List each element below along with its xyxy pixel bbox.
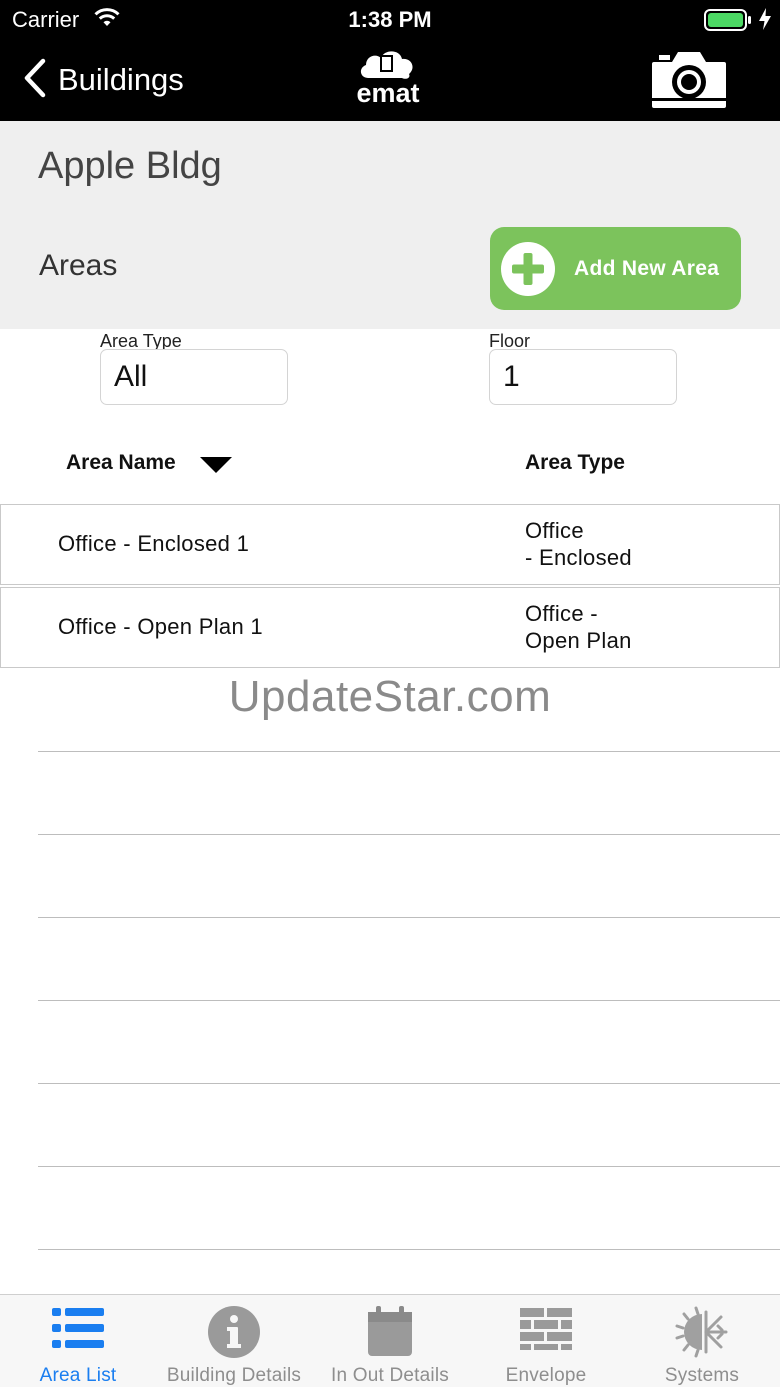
- area-type-line: Open Plan: [525, 628, 632, 653]
- tab-bar: Area List Building Details In Out Detail…: [0, 1294, 780, 1387]
- top-bar: Carrier 1:38 PM Buildings emat: [0, 0, 780, 121]
- empty-row-divider: [38, 1249, 780, 1250]
- camera-icon: [652, 52, 726, 108]
- back-button[interactable]: Buildings: [22, 58, 184, 102]
- building-header: Apple Bldg Areas Add New Area: [0, 121, 780, 329]
- brick-wall-icon: [518, 1304, 574, 1357]
- tab-label: Envelope: [505, 1365, 587, 1386]
- tab-label: Building Details: [166, 1365, 302, 1386]
- tab-label: In Out Details: [331, 1365, 449, 1386]
- area-type-cell: Office - Open Plan: [525, 600, 755, 654]
- floor-input[interactable]: 1: [489, 349, 677, 405]
- calendar-icon: [366, 1304, 414, 1363]
- add-new-area-label: Add New Area: [574, 256, 720, 280]
- column-header-area-type[interactable]: Area Type: [525, 451, 625, 475]
- empty-row-divider: [38, 1166, 780, 1167]
- camera-button[interactable]: [650, 48, 728, 115]
- area-type-line: Office -: [525, 601, 598, 626]
- info-icon: [206, 1304, 262, 1365]
- list-icon: [50, 1304, 106, 1357]
- battery-icon: [704, 9, 752, 36]
- page-title: Apple Bldg: [38, 145, 222, 187]
- area-type-cell: Office - Enclosed: [525, 517, 755, 571]
- table-row[interactable]: Office - Enclosed 1 Office - Enclosed: [0, 504, 780, 585]
- emat-logo: emat: [346, 46, 430, 108]
- sun-snowflake-icon: [674, 1304, 730, 1365]
- charging-icon: [758, 7, 772, 36]
- add-new-area-button[interactable]: Add New Area: [490, 227, 741, 310]
- empty-row-divider: [38, 1083, 780, 1084]
- tab-in-out-details[interactable]: In Out Details: [312, 1295, 468, 1387]
- area-name-cell: Office - Enclosed 1: [58, 531, 250, 556]
- clock: 1:38 PM: [348, 7, 432, 32]
- logo-text: emat: [356, 78, 419, 106]
- tab-envelope[interactable]: Envelope: [468, 1295, 624, 1387]
- table-row[interactable]: Office - Open Plan 1 Office - Open Plan: [0, 587, 780, 668]
- back-button-label: Buildings: [58, 62, 184, 97]
- watermark: UpdateStar.com: [228, 672, 552, 721]
- column-header-area-name[interactable]: Area Name: [66, 451, 176, 475]
- tab-building-details[interactable]: Building Details: [156, 1295, 312, 1387]
- area-type-line: - Enclosed: [525, 545, 632, 570]
- tab-label: Systems: [664, 1365, 740, 1386]
- section-title: Areas: [39, 249, 118, 282]
- chevron-left-icon: [22, 58, 46, 103]
- area-type-line: Office: [525, 518, 584, 543]
- status-bar: Carrier 1:38 PM: [0, 0, 780, 40]
- empty-row-divider: [38, 917, 780, 918]
- sort-descending-icon[interactable]: [199, 456, 233, 479]
- tab-label: Area List: [39, 1365, 117, 1386]
- tab-area-list[interactable]: Area List: [0, 1295, 156, 1387]
- area-type-select[interactable]: All: [100, 349, 288, 405]
- empty-row-divider: [38, 1000, 780, 1001]
- empty-row-divider: [38, 834, 780, 835]
- tab-systems[interactable]: Systems: [624, 1295, 780, 1387]
- plus-circle-icon: [501, 241, 555, 296]
- empty-row-divider: [38, 751, 780, 752]
- area-name-cell: Office - Open Plan 1: [58, 614, 263, 639]
